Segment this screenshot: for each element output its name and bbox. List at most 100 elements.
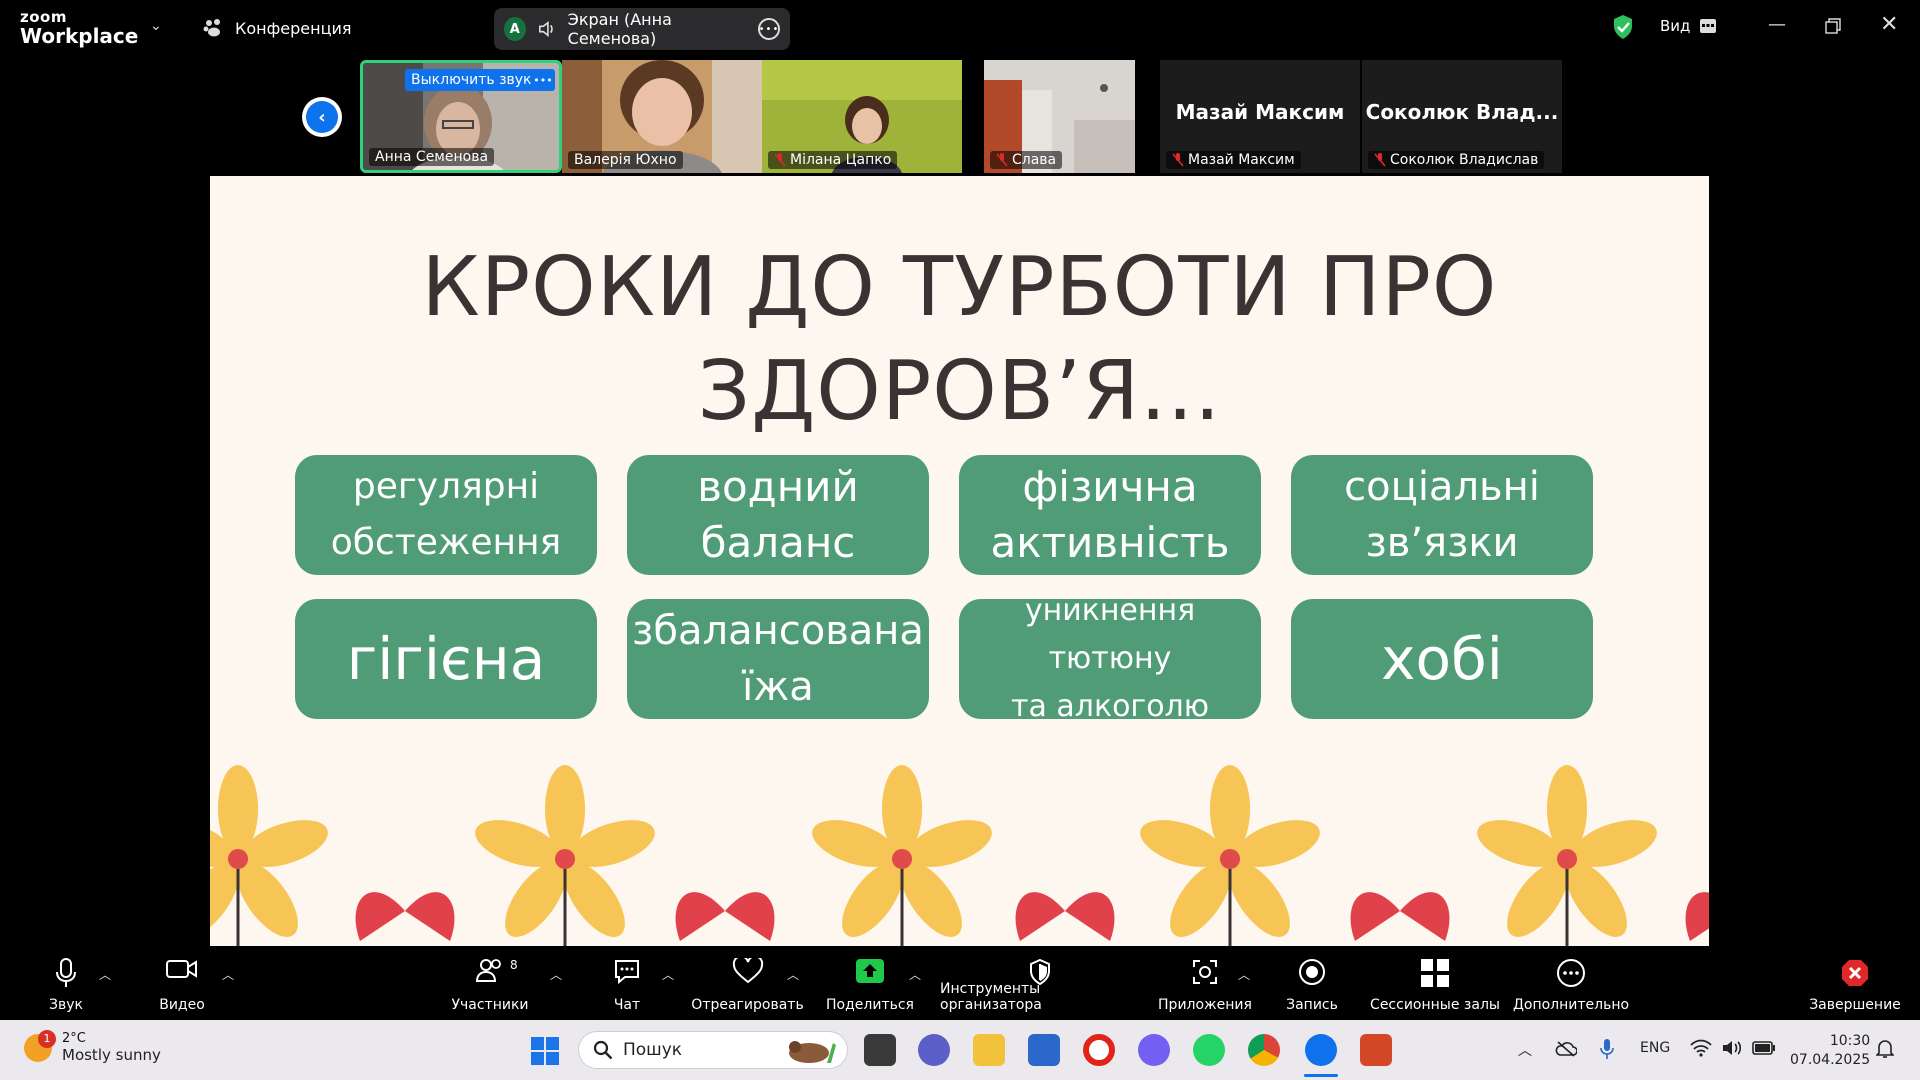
audio-options-caret-icon[interactable]: ︿ xyxy=(99,966,111,983)
mic-muted-icon xyxy=(1374,153,1386,167)
apps-icon xyxy=(1193,960,1217,984)
encryption-shield-icon[interactable] xyxy=(1612,14,1634,40)
participants-count: 8 xyxy=(510,958,518,972)
minimize-icon[interactable]: — xyxy=(1768,14,1786,35)
store-icon[interactable] xyxy=(1028,1034,1060,1066)
react-label: Отреагировать xyxy=(691,997,804,1013)
shared-screen-slide: КРОКИ ДО ТУРБОТИ ПРО ЗДОРОВ’Я... регуляр… xyxy=(210,176,1709,946)
participant-name: Мазай Максим xyxy=(1166,151,1301,169)
more-label: Дополнительно xyxy=(1512,997,1630,1013)
onedrive-icon[interactable] xyxy=(1555,1040,1577,1058)
video-options-caret-icon[interactable]: ︿ xyxy=(222,966,234,983)
audio-button[interactable]: Звук xyxy=(36,946,96,1020)
powerpoint-icon[interactable] xyxy=(1360,1034,1392,1066)
mute-participant-button[interactable]: Выключить звук xyxy=(405,69,538,91)
mic-muted-icon xyxy=(1172,153,1184,167)
share-options-caret-icon[interactable]: ︿ xyxy=(909,966,921,983)
video-tile-anna[interactable]: Выключить звук ••• Анна Семенова xyxy=(360,60,562,173)
chat-button[interactable]: Чат xyxy=(597,946,657,1020)
restore-icon[interactable] xyxy=(1825,18,1841,34)
speaker-icon xyxy=(538,21,553,37)
participant-name: Анна Семенова xyxy=(369,148,495,166)
notification-bell-icon[interactable] xyxy=(1876,1039,1894,1059)
breakout-rooms-icon xyxy=(1421,959,1449,987)
close-icon[interactable]: ✕ xyxy=(1880,12,1898,37)
apps-button[interactable]: Приложения xyxy=(1155,946,1255,1020)
chat-options-caret-icon[interactable]: ︿ xyxy=(662,966,674,983)
record-icon xyxy=(1299,959,1325,985)
end-meeting-button[interactable]: Завершение xyxy=(1805,946,1905,1020)
heart-icon xyxy=(732,958,763,984)
meeting-info-button[interactable]: Конференция xyxy=(203,18,352,38)
chrome-icon[interactable] xyxy=(1248,1034,1280,1066)
mic-muted-icon xyxy=(996,153,1008,167)
participant-big-name: Соколюк Влад... xyxy=(1365,100,1559,124)
task-view-icon[interactable] xyxy=(864,1034,896,1066)
volume-icon[interactable] xyxy=(1721,1039,1743,1057)
file-explorer-icon[interactable] xyxy=(973,1034,1005,1066)
react-options-caret-icon[interactable]: ︿ xyxy=(787,966,799,983)
more-options-icon[interactable]: ••• xyxy=(531,69,555,91)
language-indicator[interactable]: ENG xyxy=(1640,1040,1670,1056)
video-tile-mazai[interactable]: Мазай Максим Мазай Максим xyxy=(1160,60,1360,173)
zoom-taskbar-icon[interactable] xyxy=(1305,1034,1337,1066)
sun-icon: 1 xyxy=(24,1029,56,1062)
wifi-icon[interactable] xyxy=(1690,1039,1712,1057)
more-icon xyxy=(1557,959,1585,987)
react-button[interactable]: Отреагировать xyxy=(690,946,805,1020)
previous-page-button[interactable]: ‹ xyxy=(302,97,342,137)
teams-icon[interactable] xyxy=(918,1034,950,1066)
video-tile-valeria[interactable]: Валерія Юхно xyxy=(562,60,762,173)
share-screen-button[interactable]: Поделиться xyxy=(820,946,920,1020)
chat-label: Чат xyxy=(613,997,641,1013)
breakout-label: Сессионные залы xyxy=(1370,997,1500,1013)
tray-microphone-icon[interactable] xyxy=(1600,1038,1614,1060)
participants-button[interactable]: Участники xyxy=(445,946,535,1020)
breakout-rooms-button[interactable]: Сессионные залы xyxy=(1365,946,1505,1020)
more-button[interactable]: Дополнительно xyxy=(1510,946,1632,1020)
windows-start-icon[interactable] xyxy=(530,1036,560,1066)
flowers-decoration xyxy=(210,763,1709,946)
participants-options-caret-icon[interactable]: ︿ xyxy=(550,966,562,983)
apps-options-caret-icon[interactable]: ︿ xyxy=(1238,966,1250,983)
participant-name: Мілана Цапко xyxy=(768,151,898,169)
clock-time: 10:30 xyxy=(1829,1033,1871,1049)
share-screen-icon xyxy=(856,959,884,983)
chevron-left-icon: ‹ xyxy=(306,101,338,133)
video-tile-milana[interactable]: Мілана Цапко xyxy=(762,60,962,173)
participants-icon xyxy=(476,959,501,982)
video-label: Видео xyxy=(159,997,205,1013)
battery-icon[interactable] xyxy=(1752,1041,1776,1055)
whatsapp-icon[interactable] xyxy=(1193,1034,1225,1066)
host-tools-button[interactable]: Инструменты организатора xyxy=(940,946,1140,1020)
record-button[interactable]: Запись xyxy=(1272,946,1352,1020)
chevron-down-icon[interactable]: ⌄ xyxy=(150,18,162,34)
top-bar: zoom Workplace ⌄ Конференция A Экран (Ан… xyxy=(0,0,1920,57)
temperature: 2°C xyxy=(62,1031,86,1046)
participant-strip: Выключить звук ••• Анна Семенова Валерія… xyxy=(360,60,1562,173)
meeting-controls: Звук ︿ Видео ︿ Участники 8 ︿ Чат ︿ Отреа… xyxy=(0,946,1920,1020)
share-label: Поделиться xyxy=(826,997,914,1013)
video-tile-sokoliuk[interactable]: Соколюк Влад... Соколюк Владислав xyxy=(1362,60,1562,173)
screen-share-indicator[interactable]: A Экран (Анна Семенова) ••• xyxy=(494,8,790,50)
tray-chevron-up-icon[interactable]: ︿ xyxy=(1518,1040,1532,1060)
view-button[interactable]: Вид xyxy=(1660,17,1717,35)
video-button[interactable]: Видео xyxy=(152,946,212,1020)
meeting-label: Конференция xyxy=(235,18,352,38)
search-highlight-icon xyxy=(789,1041,836,1063)
audio-label: Звук xyxy=(49,997,83,1013)
host-shield-icon xyxy=(1030,958,1050,986)
system-clock[interactable]: 10:30 07.04.2025 xyxy=(1790,1032,1870,1070)
mic-muted-icon xyxy=(774,153,786,167)
more-options-icon[interactable]: ••• xyxy=(758,18,780,40)
weather-text: Mostly sunny xyxy=(62,1046,161,1064)
taskbar-search[interactable]: Пошук xyxy=(578,1031,848,1069)
opera-icon[interactable] xyxy=(1083,1034,1115,1066)
weather-widget[interactable]: 1 2°C Mostly sunny xyxy=(24,1029,161,1064)
grid-view-icon xyxy=(1700,19,1717,33)
weather-badge: 1 xyxy=(38,1029,56,1048)
viber-icon[interactable] xyxy=(1138,1034,1170,1066)
end-label: Завершение xyxy=(1809,997,1901,1013)
participant-name: Валерія Юхно xyxy=(568,151,683,169)
video-tile-slava[interactable]: Слава xyxy=(984,60,1135,173)
